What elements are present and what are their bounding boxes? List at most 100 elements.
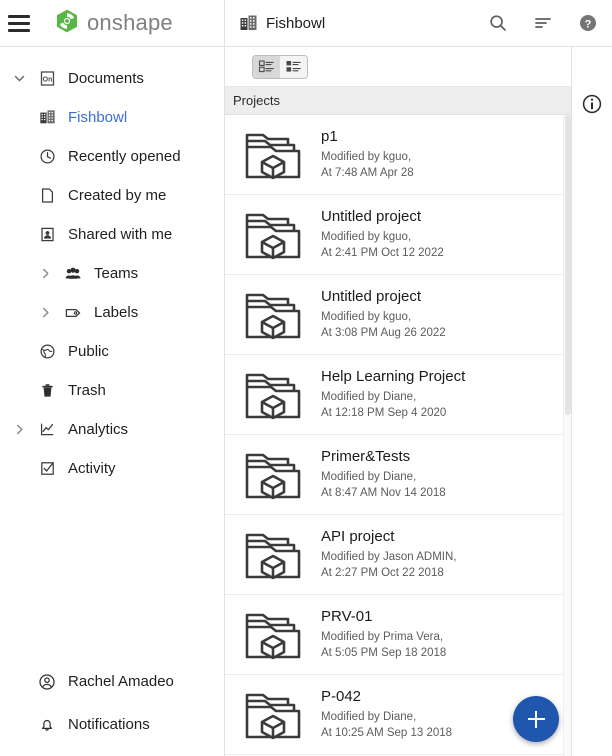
clock-icon [32,148,62,165]
list-item[interactable]: PRV-01 Modified by Prima Vera, At 5:05 P… [225,595,571,675]
project-meta: p1 Modified by kguo, At 7:48 AM Apr 28 [321,128,414,181]
sidebar-item-label: Recently opened [68,148,181,165]
project-meta: API project Modified by Jason ADMIN, At … [321,528,457,581]
svg-text:On: On [42,76,52,83]
project-name: Help Learning Project [321,367,466,385]
sidebar-item-teams[interactable]: Teams [0,254,224,293]
shared-user-icon [32,226,62,243]
sidebar-item-label: Trash [68,382,106,399]
sidebar-item-label: Fishbowl [68,109,128,126]
building-icon [32,109,62,126]
project-modified-at: At 12:18 PM Sep 4 2020 [321,406,447,419]
project-modified-by: Modified by Diane, [321,390,417,403]
sidebar-item-label: Activity [68,460,116,477]
sidebar-bottom: Rachel Amadeo Notifications [0,660,224,756]
help-icon[interactable]: ? [578,13,598,33]
sidebar-item-notifications[interactable]: Notifications [0,703,224,746]
project-modified-by: Modified by Diane, [321,470,417,483]
list-item[interactable]: Primer&Tests Modified by Diane, At 8:47 … [225,435,571,515]
project-modified-by: Modified by kguo, [321,230,412,243]
project-folder-icon [225,686,321,744]
notifications-label: Notifications [68,716,150,733]
globe-icon [32,343,62,360]
project-modified-by: Modified by Prima Vera, [321,630,444,643]
project-name: Untitled project [321,287,422,305]
list-item[interactable]: Untitled project Modified by kguo, At 2:… [225,195,571,275]
app-body: On Documents Fishbowl Recently opened Cr… [0,47,612,756]
bell-icon [32,716,62,734]
chevron-down-icon[interactable] [6,72,32,85]
project-modified-by: Modified by kguo, [321,310,412,323]
project-meta: Untitled project Modified by kguo, At 2:… [321,208,444,261]
scrollbar-thumb[interactable] [565,115,571,415]
account-name: Rachel Amadeo [68,673,174,690]
view-toggle-bar [225,47,571,87]
onshape-wordmark: onshape [87,10,173,35]
project-meta: Primer&Tests Modified by Diane, At 8:47 … [321,448,446,501]
sidebar-item-activity[interactable]: Activity [0,449,224,488]
project-modified-at: At 2:41 PM Oct 12 2022 [321,246,444,259]
project-name: PRV-01 [321,607,373,625]
onshape-logo-icon [54,8,80,39]
view-toggle-group[interactable] [252,54,308,79]
sidebar-item-label: Shared with me [68,226,173,243]
scrollbar[interactable] [563,115,571,756]
project-meta: Help Learning Project Modified by Diane,… [321,368,465,421]
list-item[interactable]: Help Learning Project Modified by Diane,… [225,355,571,435]
list-item[interactable]: API project Modified by Jason ADMIN, At … [225,515,571,595]
project-folder-icon [225,286,321,344]
sidebar: On Documents Fishbowl Recently opened Cr… [0,47,225,756]
project-modified-by: Modified by kguo, [321,150,412,163]
sidebar-item-trash[interactable]: Trash [0,371,224,410]
chevron-right-icon[interactable] [6,423,32,436]
sidebar-item-public[interactable]: Public [0,332,224,371]
list-view-compact-icon[interactable] [253,55,280,78]
project-modified-at: At 10:25 AM Sep 13 2018 [321,726,453,739]
projects-pane: Projects p1 Modified by kguo, At 7:48 AM… [225,47,572,756]
list-item[interactable]: Untitled project Modified by kguo, At 3:… [225,275,571,355]
onshape-documents-icon: On [32,70,62,87]
trash-icon [32,382,62,399]
projects-list[interactable]: p1 Modified by kguo, At 7:48 AM Apr 28 U… [225,115,571,756]
sidebar-item-analytics[interactable]: Analytics [0,410,224,449]
people-icon [58,265,88,283]
sort-icon[interactable] [533,13,553,33]
sidebar-item-label: Teams [94,265,139,282]
onshape-logo[interactable]: onshape [54,8,173,39]
sidebar-item-label: Public [68,343,109,360]
top-bar-right: Fishbowl ? [225,0,612,46]
sidebar-item-labels[interactable]: Labels [0,293,224,332]
project-name: p1 [321,127,338,145]
project-folder-icon [225,366,321,424]
building-icon [239,14,258,33]
workspace-title: Fishbowl [266,14,326,32]
project-name: API project [321,527,395,545]
project-modified-at: At 2:27 PM Oct 22 2018 [321,566,444,579]
project-modified-at: At 7:48 AM Apr 28 [321,166,414,179]
project-folder-icon [225,526,321,584]
project-name: Primer&Tests [321,447,411,465]
sidebar-item-documents[interactable]: On Documents [0,59,224,98]
search-icon[interactable] [488,13,508,33]
plus-icon-vertical [534,710,538,728]
project-modified-at: At 5:05 PM Sep 18 2018 [321,646,447,659]
project-folder-icon [225,206,321,264]
list-view-detail-icon[interactable] [280,55,307,78]
project-folder-icon [225,126,321,184]
account-icon [32,673,62,691]
project-modified-by: Modified by Jason ADMIN, [321,550,457,563]
create-button[interactable] [513,696,559,742]
hamburger-icon[interactable] [8,14,30,32]
list-item[interactable]: p1 Modified by kguo, At 7:48 AM Apr 28 [225,115,571,195]
section-header-projects: Projects [225,87,571,115]
project-folder-icon [225,606,321,664]
sidebar-item-label: Labels [94,304,139,321]
sidebar-item-account[interactable]: Rachel Amadeo [0,660,224,703]
sidebar-item-fishbowl[interactable]: Fishbowl [0,98,224,137]
info-icon[interactable] [581,93,603,120]
sidebar-item-created-by-me[interactable]: Created by me [0,176,224,215]
sidebar-item-shared-with-me[interactable]: Shared with me [0,215,224,254]
sidebar-item-recently-opened[interactable]: Recently opened [0,137,224,176]
chevron-right-icon[interactable] [32,267,58,280]
chevron-right-icon[interactable] [32,306,58,319]
